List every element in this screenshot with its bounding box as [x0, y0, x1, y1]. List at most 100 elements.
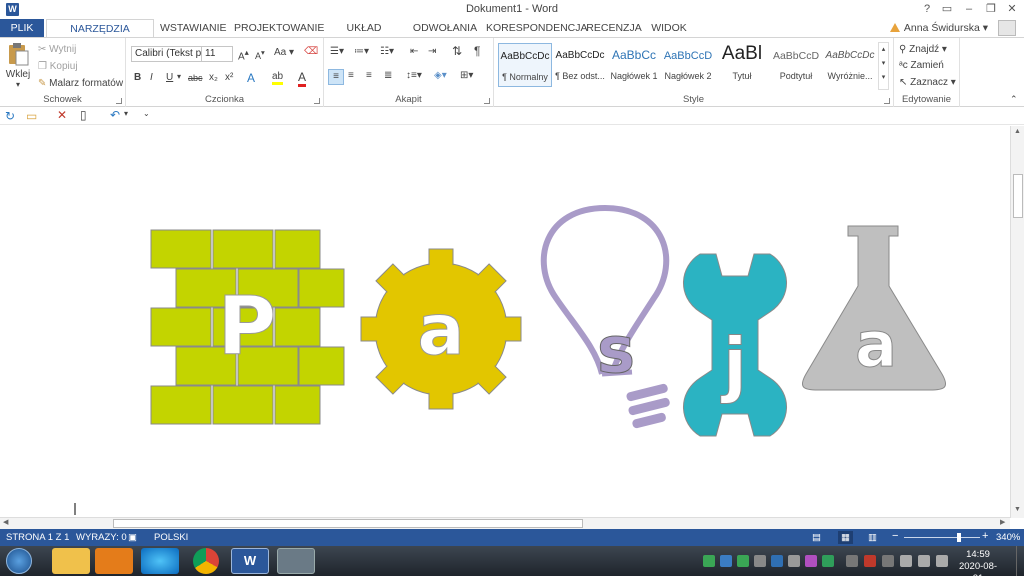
vertical-scroll-thumb[interactable] [1013, 174, 1023, 218]
style-title[interactable]: AaBl Tytuł [715, 43, 769, 87]
tab-mailings[interactable]: KORESPONDENCJA [486, 19, 588, 37]
tab-file[interactable]: PLIK [0, 19, 44, 37]
paste-button[interactable]: Wklej ▾ [4, 42, 32, 89]
change-case-button[interactable]: Aa ▾ [274, 47, 294, 58]
tray-bluetooth-icon[interactable] [771, 555, 783, 567]
style-subtitle[interactable]: AaBbCcD Podtytuł [769, 43, 823, 87]
style-normal[interactable]: AaBbCcDc ¶ Normalny [498, 43, 552, 87]
format-painter-button[interactable]: ✎ Malarz formatów [38, 78, 123, 89]
customize-toolbar-icon[interactable]: ⌄ [143, 109, 150, 118]
chevron-down-icon[interactable]: ▾ [124, 109, 128, 118]
bold-button[interactable]: B [134, 72, 141, 83]
cut-button[interactable]: ✂ Wytnij [38, 44, 76, 55]
collapse-ribbon-icon[interactable]: ⌃ [1010, 94, 1018, 105]
restore-button[interactable]: ❐ [983, 2, 999, 16]
close-document-icon[interactable]: ✕ [57, 108, 67, 122]
word-taskbar-icon[interactable]: W [231, 548, 269, 574]
shading-icon[interactable]: ◈▾ [434, 70, 447, 81]
show-desktop-button[interactable] [1016, 546, 1024, 576]
increase-indent-icon[interactable]: ⇥ [428, 46, 436, 57]
minimize-button[interactable]: – [961, 2, 977, 16]
edge-browser-icon[interactable] [141, 548, 179, 574]
style-no-spacing[interactable]: AaBbCcDc ¶ Bez odst... [553, 43, 607, 87]
tray-network-icon[interactable] [754, 555, 766, 567]
dialog-launcher-icon[interactable] [314, 98, 320, 104]
language-indicator[interactable]: POLSKI [154, 531, 188, 544]
tray-update-icon[interactable] [822, 555, 834, 567]
underline-button[interactable]: U [166, 72, 173, 83]
tray-monitor-icon[interactable] [788, 555, 800, 567]
scroll-down-icon[interactable]: ▼ [1014, 506, 1021, 513]
italic-button[interactable]: I [150, 72, 153, 83]
font-name-combo[interactable]: Calibri (Tekst p [131, 46, 203, 62]
tab-insert[interactable]: WSTAWIANIE [160, 19, 227, 37]
media-player-icon[interactable] [95, 548, 133, 574]
dialog-launcher-icon[interactable] [116, 98, 122, 104]
zoom-level[interactable]: 340% [996, 531, 1020, 544]
print-layout-icon[interactable]: ▦ [838, 531, 853, 544]
tab-review[interactable]: RECENZJA [586, 19, 642, 37]
app-taskbar-icon[interactable] [277, 548, 315, 574]
superscript-button[interactable]: x² [225, 72, 233, 83]
font-color-button[interactable]: A [298, 70, 307, 87]
align-center-icon[interactable]: ≡ [348, 70, 354, 81]
scroll-up-icon[interactable]: ▲ [1014, 128, 1021, 135]
line-spacing-icon[interactable]: ↕≡▾ [406, 70, 422, 81]
dialog-launcher-icon[interactable] [884, 98, 890, 104]
file-explorer-icon[interactable] [52, 548, 90, 574]
zoom-slider[interactable] [904, 537, 980, 538]
document-page[interactable]: P a s j a [0, 126, 1010, 516]
new-document-icon[interactable]: ▯ [80, 108, 87, 122]
decrease-indent-icon[interactable]: ⇤ [410, 46, 418, 57]
word-count[interactable]: WYRAZY: 0 [76, 531, 127, 544]
tray-dropbox-icon[interactable] [720, 555, 732, 567]
tray-app-icon[interactable] [805, 555, 817, 567]
highlight-button[interactable]: ab [272, 71, 284, 85]
chevron-down-icon[interactable]: ▾ [177, 72, 181, 81]
tray-check-icon[interactable] [703, 555, 715, 567]
zoom-out-button[interactable]: − [892, 530, 898, 543]
find-button[interactable]: ⚲ Znajdź ▾ [899, 44, 947, 55]
clock[interactable]: 14:59 2020-08-21 [958, 549, 998, 585]
font-size-combo[interactable]: 11 [201, 46, 233, 62]
tab-view[interactable]: WIDOK [648, 19, 690, 37]
align-left-icon[interactable]: ≡ [328, 69, 344, 85]
user-account[interactable]: Anna Świdurska ▾ [889, 19, 988, 37]
style-heading-2[interactable]: AaBbCcD Nagłówek 2 [661, 43, 715, 87]
dialog-launcher-icon[interactable] [484, 98, 490, 104]
replace-button[interactable]: ᵃc Zamień [899, 60, 944, 71]
tray-security-icon[interactable] [737, 555, 749, 567]
numbering-icon[interactable]: ≔▾ [354, 46, 369, 57]
web-layout-icon[interactable]: ▥ [868, 531, 877, 544]
zoom-slider-thumb[interactable] [957, 533, 961, 542]
clear-formatting-icon[interactable]: ⌫ [304, 46, 318, 57]
sort-icon[interactable]: ⇅ [452, 44, 462, 58]
horizontal-scroll-thumb[interactable] [113, 519, 583, 528]
copy-button[interactable]: ❐ Kopiuj [38, 61, 78, 72]
justify-icon[interactable]: ≣ [384, 70, 392, 81]
tray-power-icon[interactable] [900, 555, 912, 567]
show-marks-button[interactable]: ¶ [474, 44, 480, 58]
align-right-icon[interactable]: ≡ [366, 70, 372, 81]
chrome-browser-icon[interactable] [193, 548, 219, 574]
start-button[interactable] [6, 548, 32, 574]
tray-ati-icon[interactable] [864, 555, 876, 567]
subscript-button[interactable]: x₂ [209, 72, 218, 83]
tab-layout[interactable]: UKŁAD STRONY [324, 19, 404, 52]
style-emphasis[interactable]: AaBbCcDc Wyróżnie... [823, 43, 877, 87]
horizontal-scrollbar[interactable]: ◀ ▶ [0, 517, 1010, 529]
page-indicator[interactable]: STRONA 1 Z 1 [6, 531, 69, 544]
proofing-icon[interactable]: ▣ [128, 531, 137, 544]
styles-gallery-scroll[interactable]: ▴ ▾ ▾ [878, 42, 889, 90]
tab-home[interactable]: NARZĘDZIA GŁÓWNE [46, 19, 154, 53]
undo-icon[interactable]: ↶ [110, 108, 120, 122]
multilevel-list-icon[interactable]: ☷▾ [380, 46, 394, 57]
vertical-scrollbar[interactable]: ▲ ▼ [1010, 126, 1024, 518]
borders-icon[interactable]: ⊞▾ [460, 70, 473, 81]
tray-device-icon[interactable] [846, 555, 858, 567]
scroll-right-icon[interactable]: ▶ [1000, 518, 1005, 526]
select-button[interactable]: ↖ Zaznacz ▾ [899, 77, 956, 88]
scroll-left-icon[interactable]: ◀ [3, 518, 8, 526]
grow-font-button[interactable]: A▴ [238, 47, 249, 62]
style-heading-1[interactable]: AaBbCc Nagłówek 1 [607, 43, 661, 87]
